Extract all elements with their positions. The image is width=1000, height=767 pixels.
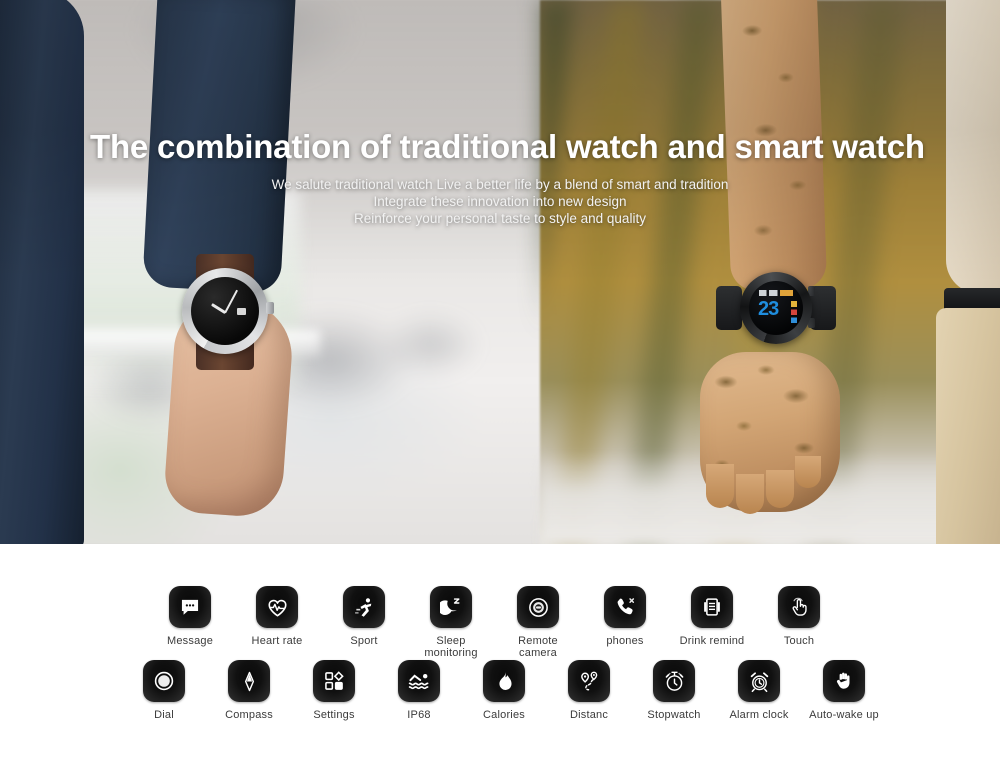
feature-label: Remote camera [518,635,558,659]
smart-watch-status-row [759,290,793,296]
feature-sleep-monitoring[interactable]: Sleep monitoring [424,586,477,659]
smart-watch-strap-left [716,286,742,330]
watch-crown [266,302,274,314]
feature-stopwatch[interactable]: Stopwatch [647,660,700,721]
wave-hand-icon [823,660,865,702]
watch-date-window [237,308,246,315]
feature-label: Calories [483,709,525,721]
feature-drink-remind[interactable]: Drink remind [680,586,744,659]
feature-phones[interactable]: phones [603,586,647,659]
smart-watch: 23 [716,272,836,344]
alarm-clock-icon [738,660,780,702]
suit-trousers-left [0,0,84,544]
watch-minute-hand [224,289,239,314]
watch-dial [191,277,259,345]
stopwatch-icon [653,660,695,702]
product-banner-page: 23 The combination of traditional watch … [0,0,1000,767]
feature-row-2: Dial Compass Settings IP68 Calories Dist… [142,660,879,721]
traditional-watch [170,254,280,370]
hero-banner: 23 The combination of traditional watch … [0,0,1000,544]
smart-watch-indicator-dots [791,301,797,323]
feature-heart-rate[interactable]: Heart rate [252,586,302,659]
feature-remote-camera[interactable]: Remote camera [516,586,560,659]
far-right-jacket [946,0,1000,294]
feature-distance[interactable]: Distanc [567,660,611,721]
camera-lens-icon [517,586,559,628]
feature-message[interactable]: Message [166,586,214,659]
smart-watch-time-value: 23 [758,298,779,320]
finger-3 [766,470,794,508]
feature-dial[interactable]: Dial [142,660,186,721]
watch-case [182,268,268,354]
heart-pulse-icon [256,586,298,628]
feature-ip68[interactable]: IP68 [397,660,441,721]
feature-row-1: Message Heart rate Sport Sleep monitorin… [166,586,821,659]
feature-icons-panel: Message Heart rate Sport Sleep monitorin… [0,544,1000,767]
feature-label: Drink remind [679,635,745,647]
feature-label: Sport [350,635,378,647]
map-pin-route-icon [568,660,610,702]
settings-grid-icon [313,660,355,702]
smart-watch-screen: 23 [749,281,803,335]
hero-subheadline-line-1: We salute traditional watch Live a bette… [271,177,729,192]
feature-label: phones [606,635,644,647]
feature-label: Message [166,635,214,647]
hero-headline: The combination of traditional watch and… [90,128,925,165]
right-hand [700,352,840,514]
feature-label: Alarm clock [729,709,789,721]
feature-label: Settings [313,709,355,721]
touch-hand-icon [778,586,820,628]
running-person-icon [343,586,385,628]
feature-calories[interactable]: Calories [482,660,526,721]
drink-glass-icon [691,586,733,628]
hero-subheadline-line-3: Reinforce your personal taste to style a… [354,211,646,226]
feature-label: IP68 [407,709,431,721]
hero-subheadline: We salute traditional watch Live a bette… [0,176,1000,227]
water-waves-icon [398,660,440,702]
feature-label: Touch [783,635,815,647]
feature-compass[interactable]: Compass [225,660,273,721]
feature-label: Stopwatch [647,709,701,721]
finger-1 [706,464,734,508]
hero-subheadline-line-2: Integrate these innovation into new desi… [373,194,627,209]
compass-needle-icon [228,660,270,702]
finger-2 [736,474,764,514]
feature-touch[interactable]: Touch [777,586,821,659]
feature-label: Distanc [569,709,609,721]
feature-label: Dial [154,709,174,721]
moon-sleep-icon [430,586,472,628]
message-bubble-icon [169,586,211,628]
feature-label: Compass [225,709,273,721]
feature-alarm-clock[interactable]: Alarm clock [729,660,788,721]
feature-label: Auto-wake up [809,709,879,721]
feature-sport[interactable]: Sport [342,586,386,659]
feature-label: Sleep monitoring [424,635,478,659]
feature-label: Heart rate [251,635,303,647]
flame-icon [483,660,525,702]
far-right-trousers [936,308,1000,544]
feature-settings[interactable]: Settings [312,660,356,721]
dial-circle-icon [143,660,185,702]
phone-handset-icon [604,586,646,628]
finger-4 [795,456,821,488]
feature-auto-wake-up[interactable]: Auto-wake up [809,660,879,721]
smart-watch-case: 23 [740,272,812,344]
